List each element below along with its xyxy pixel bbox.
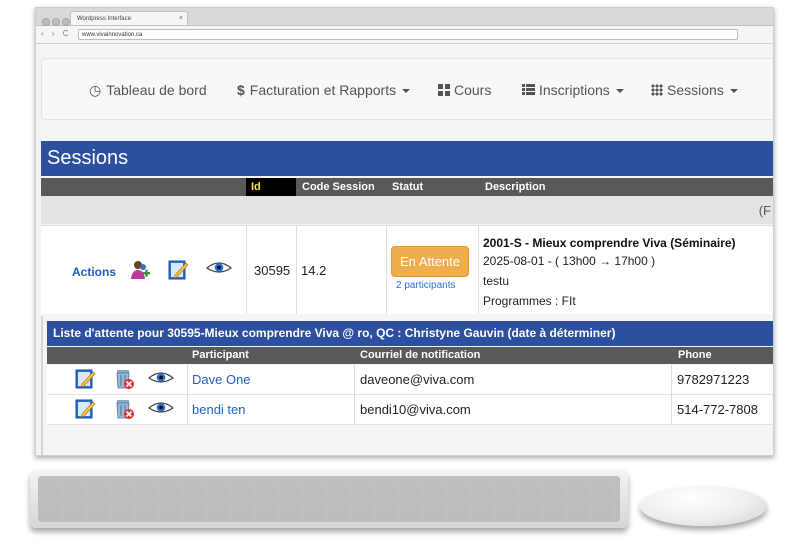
actions-link[interactable]: Actions	[72, 265, 116, 279]
address-bar: ‹ › C www.vivainnovation.ca	[36, 26, 773, 44]
column-divider	[354, 395, 355, 424]
column-header-status[interactable]: Statut	[392, 181, 423, 193]
participant-email: bendi10@viva.com	[360, 402, 471, 417]
edit-icon[interactable]	[74, 398, 96, 420]
session-programs: Programmes : FIt	[483, 294, 576, 308]
participant-email: daveone@viva.com	[360, 372, 475, 387]
dollar-icon: $	[237, 82, 245, 98]
session-date: 2025-08-01 - ( 13h00 → 17h00 )	[483, 254, 656, 268]
delete-icon[interactable]	[113, 398, 135, 420]
delete-icon[interactable]	[113, 368, 135, 390]
table-row: bendi ten bendi10@viva.com 514-772-7808	[47, 395, 773, 425]
tab-close-icon[interactable]: ×	[179, 12, 183, 26]
add-participant-icon[interactable]	[129, 259, 151, 281]
filter-row: (F	[41, 196, 773, 224]
keyboard-illustration	[30, 470, 628, 528]
column-divider	[246, 226, 247, 314]
column-header-phone[interactable]: Phone	[678, 349, 712, 361]
nav-item-sessions[interactable]: Sessions	[651, 82, 738, 98]
nav-item-label: Inscriptions	[539, 82, 610, 98]
column-header-participant[interactable]: Participant	[192, 349, 249, 361]
table-row: Dave One daveone@viva.com 9782971223	[47, 365, 773, 395]
column-divider	[296, 226, 297, 314]
main-navbar: ◷ Tableau de bord $ Facturation et Rapport…	[41, 58, 773, 120]
page-viewport: ◷ Tableau de bord $ Facturation et Rapport…	[36, 44, 773, 455]
nav-item-label: Facturation et Rapports	[249, 82, 397, 98]
close-window-icon[interactable]	[42, 18, 50, 26]
view-icon[interactable]	[206, 257, 232, 279]
waitlist-panel: Liste d'attente pour 30595-Mieux compren…	[41, 316, 773, 455]
dashboard-icon: ◷	[89, 82, 102, 98]
participants-link[interactable]: 2 participants	[396, 280, 455, 291]
filter-text: (F	[758, 203, 771, 218]
column-divider	[478, 226, 479, 314]
nav-item-cours[interactable]: Cours	[438, 82, 491, 98]
browser-window: Wordpress Interface × ‹ › C www.vivainno…	[35, 7, 774, 456]
session-location: testu	[483, 274, 510, 288]
grid-icon	[438, 84, 450, 96]
column-divider	[187, 365, 188, 394]
minimize-window-icon[interactable]	[52, 18, 60, 26]
caret-down-icon	[402, 89, 411, 93]
column-header-email[interactable]: Courriel de notification	[360, 349, 480, 361]
column-header-code[interactable]: Code Session	[302, 181, 375, 193]
browser-tab[interactable]: Wordpress Interface ×	[70, 11, 188, 25]
column-divider	[671, 395, 672, 424]
nav-item-inscriptions[interactable]: Inscriptions	[522, 82, 624, 98]
maximize-window-icon[interactable]	[62, 18, 70, 26]
nav-item-tableau-de-bord[interactable]: ◷ Tableau de bord	[89, 82, 207, 99]
column-header-description[interactable]: Description	[485, 181, 546, 193]
status-badge[interactable]: En Attente	[391, 246, 469, 277]
nav-item-label: Cours	[454, 82, 492, 98]
url-input[interactable]: www.vivainnovation.ca	[78, 29, 738, 40]
apps-icon	[651, 84, 663, 96]
edit-icon[interactable]	[167, 259, 189, 281]
column-divider	[187, 395, 188, 424]
mouse-illustration	[640, 486, 767, 526]
participant-phone: 514-772-7808	[677, 402, 758, 417]
column-divider	[354, 365, 355, 394]
list-icon	[522, 84, 535, 96]
session-code: 14.2	[301, 263, 327, 278]
participant-name-link[interactable]: bendi ten	[192, 402, 246, 417]
page-title: Sessions	[41, 141, 773, 176]
sessions-table-header: Id Code Session Statut Description	[41, 178, 773, 196]
view-icon[interactable]	[148, 367, 174, 389]
edit-icon[interactable]	[74, 368, 96, 390]
nav-item-label: Sessions	[667, 82, 724, 98]
table-row: Actions 30595 14.2 En Attente 2 particip…	[41, 225, 773, 314]
browser-tab-title: Wordpress Interface	[77, 16, 131, 22]
participant-name-link[interactable]: Dave One	[192, 372, 251, 387]
caret-down-icon	[729, 89, 738, 93]
browser-nav-buttons[interactable]: ‹ › C	[41, 29, 72, 38]
browser-tab-bar: Wordpress Interface ×	[36, 8, 773, 26]
column-divider	[386, 226, 387, 314]
view-icon[interactable]	[148, 397, 174, 419]
nav-item-facturation[interactable]: $ Facturation et Rapports	[237, 82, 411, 98]
nav-item-label: Tableau de bord	[106, 82, 207, 98]
session-title: 2001-S - Mieux comprendre Viva (Séminair…	[483, 236, 736, 250]
session-id: 30595	[254, 263, 291, 278]
waitlist-table-header: Participant Courriel de notification Pho…	[47, 347, 773, 364]
keyboard-keys	[38, 476, 620, 522]
column-header-id[interactable]: Id	[246, 178, 296, 196]
column-divider	[671, 365, 672, 394]
caret-down-icon	[615, 89, 624, 93]
participant-phone: 9782971223	[677, 372, 750, 387]
waitlist-title: Liste d'attente pour 30595-Mieux compren…	[47, 321, 773, 346]
